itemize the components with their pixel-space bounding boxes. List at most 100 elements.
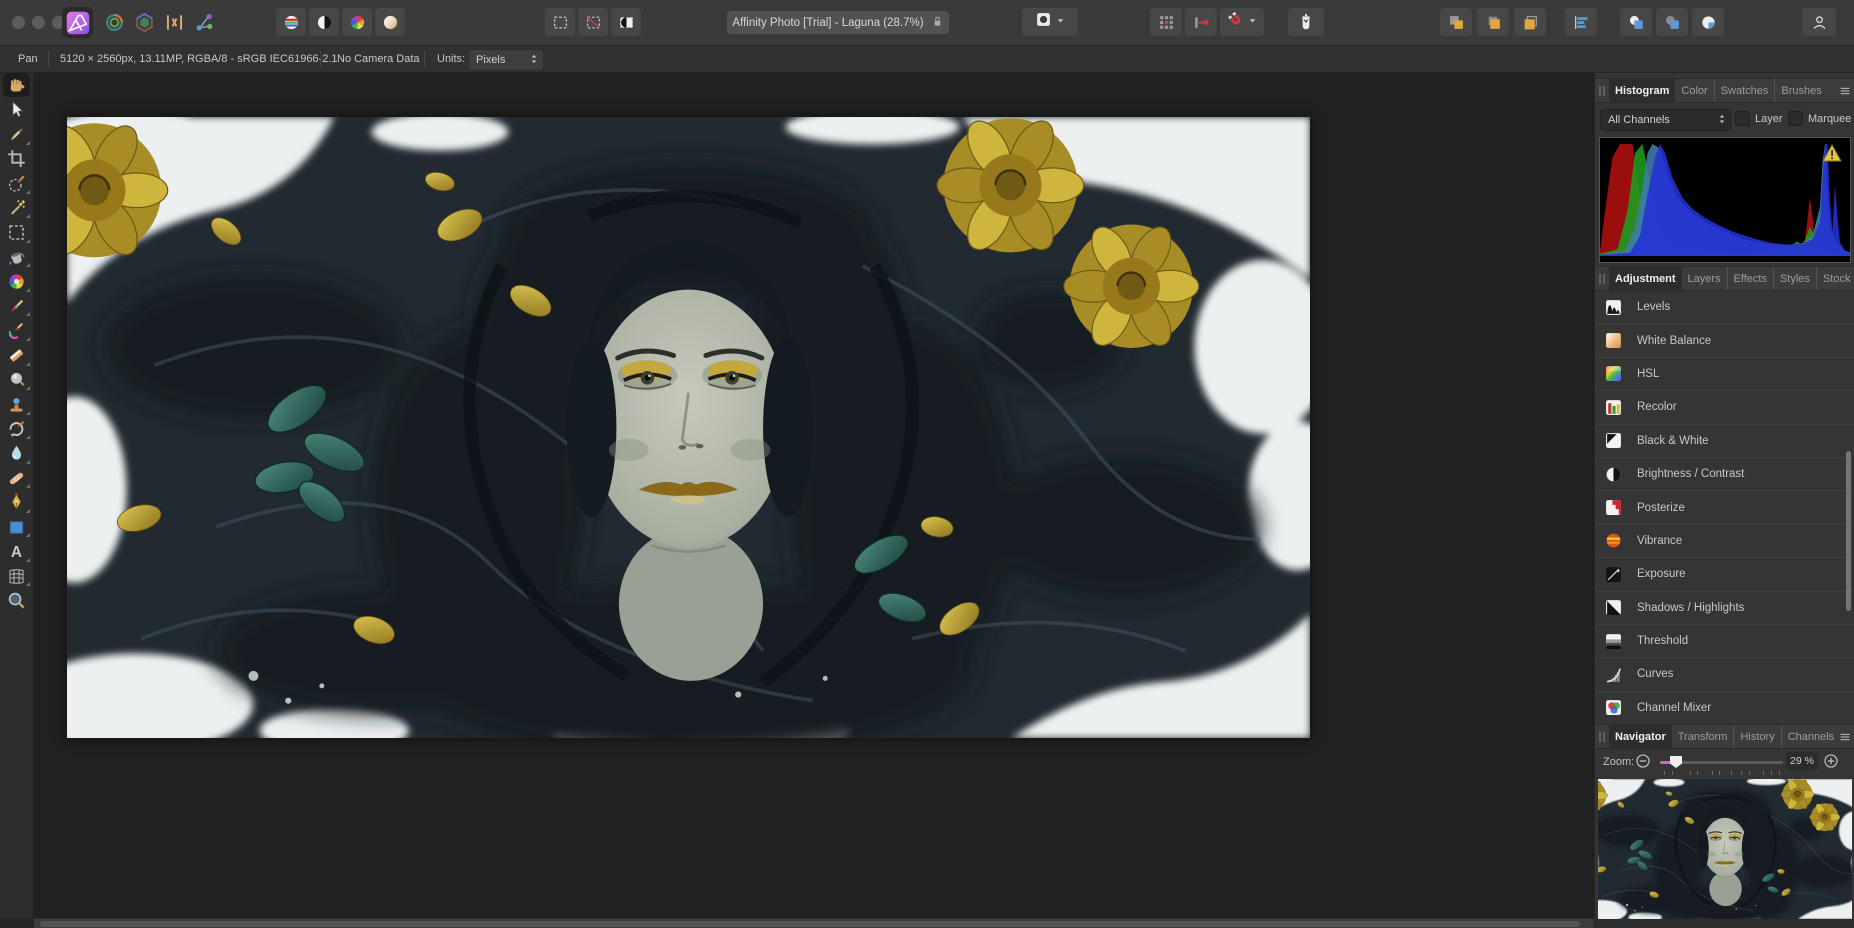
crop-tool[interactable] [0,147,33,172]
blur-tool[interactable] [0,441,33,466]
develop-persona-button[interactable] [100,8,129,37]
move-backward-button[interactable] [1477,8,1509,36]
tone-mapping-persona-button[interactable] [130,8,159,37]
zoom-out-button[interactable] [1635,753,1651,774]
adjustment-item-levels[interactable]: Levels [1595,291,1854,324]
scrollbar-thumb[interactable] [40,921,1580,927]
erase-tool[interactable] [0,343,33,368]
auto-levels-button[interactable] [276,8,306,36]
boolean-subtract-button[interactable] [1656,8,1688,36]
navigator-thumbnail[interactable] [1598,779,1852,919]
clone-stamp-tool[interactable] [0,392,33,417]
export-persona-button[interactable] [190,8,219,37]
adjustment-item-recolor[interactable]: Recolor [1595,391,1854,424]
eraser-icon [7,346,26,365]
tab-histogram[interactable]: Histogram [1609,79,1675,102]
adjustment-item-shadows-highlights[interactable]: Shadows / Highlights [1595,592,1854,625]
assistant-options-button[interactable] [1022,8,1078,36]
account-icon [1811,14,1828,31]
flood-select-tool[interactable] [0,196,33,221]
tab-color[interactable]: Color [1675,79,1714,102]
adjustment-item-posterize[interactable]: Posterize [1595,491,1854,524]
marquee-checkbox[interactable] [1788,111,1803,126]
undo-brush-tool[interactable] [0,417,33,442]
zoom-value[interactable]: 29 % [1786,752,1818,770]
panel-drag-handle[interactable] [1595,79,1609,102]
adjustment-item-channel-mixer[interactable]: Channel Mixer [1595,692,1854,719]
auto-contrast-button[interactable] [309,8,339,36]
panel-drag-handle[interactable] [1595,267,1609,290]
account-button[interactable] [1802,8,1836,36]
tab-channels[interactable]: Channels [1782,725,1835,748]
alignment-button[interactable] [1565,8,1597,36]
panel-drag-handle[interactable] [1595,725,1609,748]
move-to-front-button[interactable] [1514,8,1546,36]
rectangle-tool[interactable] [0,515,33,540]
boolean-add-button[interactable] [1620,8,1652,36]
canvas-area[interactable] [34,73,1594,918]
paint-brush-tool[interactable] [0,294,33,319]
move-to-back-button[interactable] [1440,8,1472,36]
adjustment-item-vibrance[interactable]: Vibrance [1595,525,1854,558]
assistant-manager-button[interactable] [1288,8,1324,36]
adjustment-item-threshold[interactable]: Threshold [1595,625,1854,658]
color-picker-tool[interactable] [0,122,33,147]
vertical-scrollbar-thumb[interactable] [1846,451,1851,611]
panel-menu-button[interactable] [1835,725,1854,748]
tab-swatches[interactable]: Swatches [1715,79,1776,102]
auto-white-balance-button[interactable] [375,8,405,36]
adj-recolor-icon [1605,399,1622,416]
zoom-in-button[interactable] [1823,753,1839,774]
tab-layers[interactable]: Layers [1682,267,1728,290]
snapping-magnet-button[interactable] [1220,8,1264,36]
photo-persona-active-button[interactable] [62,7,93,38]
units-select[interactable]: Pixels [468,49,544,71]
move-by-whole-pixels-button[interactable] [1185,8,1217,36]
view-tool[interactable] [0,73,33,98]
channel-select[interactable]: All Channels [1600,109,1731,131]
color-replacement-tool[interactable] [0,318,33,343]
mesh-warp-tool[interactable] [0,564,33,589]
invert-selection-button[interactable] [611,8,641,36]
tab-history[interactable]: History [1734,725,1781,748]
snapping-grid-button[interactable] [1150,8,1182,36]
adjustment-item-black-white[interactable]: Black & White [1595,425,1854,458]
auto-colors-button[interactable] [342,8,372,36]
tab-brushes[interactable]: Brushes [1775,79,1827,102]
panel-menu-button[interactable] [1835,79,1854,102]
adjustment-item-exposure[interactable]: Exposure [1595,558,1854,591]
zoom-tick [1672,771,1673,775]
tab-transform[interactable]: Transform [1672,725,1735,748]
close-button[interactable] [12,16,25,29]
layer-checkbox[interactable] [1735,111,1750,126]
tab-styles[interactable]: Styles [1774,267,1817,290]
boolean-intersect-button[interactable] [1692,8,1724,36]
tab-adjustment[interactable]: Adjustment [1609,267,1682,290]
minimize-button[interactable] [32,16,45,29]
canvas-artwork[interactable] [67,117,1310,738]
dodge-tool[interactable] [0,368,33,393]
horizontal-scrollbar[interactable] [34,918,1594,928]
adjustment-item-hsl[interactable]: HSL [1595,358,1854,391]
zoom-slider-thumb[interactable] [1670,756,1682,768]
select-all-button[interactable] [545,8,575,36]
gradient-tool[interactable] [0,269,33,294]
move-tool[interactable] [0,98,33,123]
text-tool[interactable]: A [0,539,33,564]
marquee-tool[interactable] [0,220,33,245]
flood-fill-tool[interactable] [0,245,33,270]
adjustment-item-white-balance[interactable]: White Balance [1595,324,1854,357]
adjustment-item-brightness-contrast[interactable]: Brightness / Contrast [1595,458,1854,491]
adjustment-item-curves[interactable]: Curves [1595,658,1854,691]
healing-tool[interactable] [0,466,33,491]
zoom-slider[interactable] [1660,761,1783,764]
flyout-indicator [26,362,30,366]
tab-effects[interactable]: Effects [1728,267,1774,290]
selection-brush-tool[interactable] [0,171,33,196]
zoom-tool[interactable] [0,588,33,613]
tab-stock[interactable]: Stock [1817,267,1854,290]
pen-tool[interactable] [0,490,33,515]
deselect-button[interactable] [578,8,608,36]
liquify-persona-button[interactable] [160,8,189,37]
tab-navigator[interactable]: Navigator [1609,725,1672,748]
